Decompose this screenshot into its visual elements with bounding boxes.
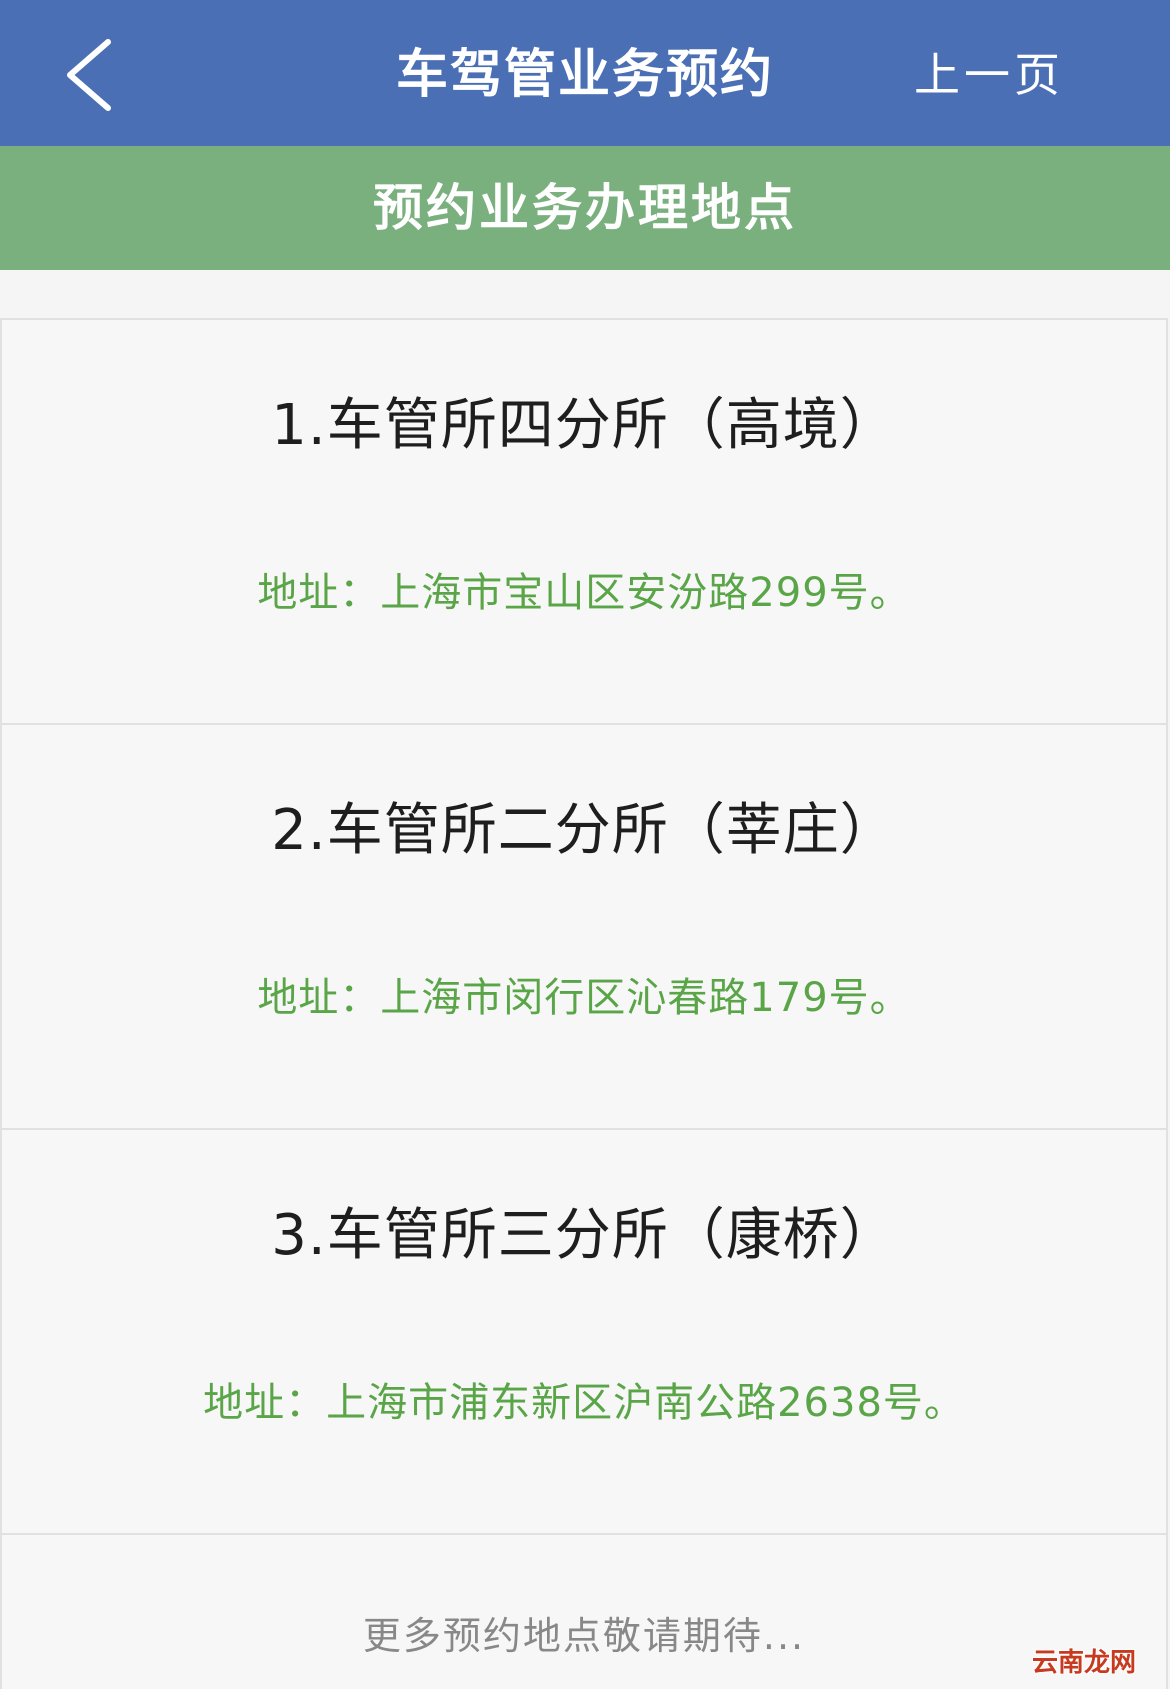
location-title: 3.车管所三分所（康桥） [271,1203,897,1268]
section-header: 预约业务办理地点 [0,146,1170,270]
page: 车驾管业务预约 上一页 预约业务办理地点 1.车管所四分所（高境） 地址：上海市… [0,0,1170,1689]
location-item-3[interactable]: 3.车管所三分所（康桥） 地址：上海市浦东新区沪南公路2638号。 [0,1128,1168,1533]
watermark-logo: 云南龙网 [1031,1648,1136,1678]
location-title: 1.车管所四分所（高境） [271,393,897,458]
location-title: 2.车管所二分所（莘庄） [271,798,897,863]
more-locations-text: 更多预约地点敬请期待... [362,1614,806,1658]
chevron-left-icon [67,39,111,111]
back-button[interactable] [52,30,142,120]
location-item-1[interactable]: 1.车管所四分所（高境） 地址：上海市宝山区安汾路299号。 [0,318,1168,723]
location-item-2[interactable]: 2.车管所二分所（莘庄） 地址：上海市闵行区沁春路179号。 [0,723,1168,1128]
more-locations-notice: 更多预约地点敬请期待... [0,1533,1168,1689]
location-address: 地址：上海市宝山区安汾路299号。 [257,570,911,616]
previous-page-link[interactable]: 上一页 [914,0,1064,146]
location-list: 1.车管所四分所（高境） 地址：上海市宝山区安汾路299号。 2.车管所二分所（… [0,318,1168,1689]
location-address: 地址：上海市浦东新区沪南公路2638号。 [203,1380,965,1426]
navbar: 车驾管业务预约 上一页 [0,0,1170,146]
location-address: 地址：上海市闵行区沁春路179号。 [257,975,911,1021]
